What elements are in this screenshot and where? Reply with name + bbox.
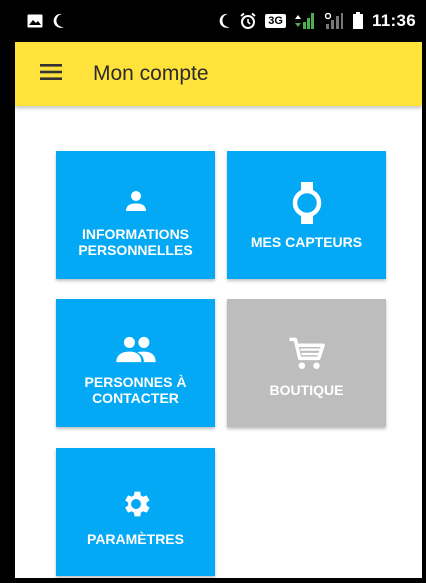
people-icon — [115, 320, 157, 364]
hamburger-menu-icon — [40, 63, 62, 85]
image-icon — [27, 14, 43, 28]
tile-label: PARAMÈTRES — [87, 531, 184, 547]
device-frame: 3G 11:36 Mon compte INFORMATIONS PERSONN… — [0, 0, 426, 583]
tile-parametres[interactable]: PARAMÈTRES — [56, 448, 215, 576]
network-3g-icon: 3G — [265, 14, 286, 28]
tile-label: INFORMATIONS PERSONNELLES — [78, 226, 193, 258]
watch-icon — [292, 180, 322, 224]
person-icon — [121, 172, 151, 216]
tile-label: PERSONNES À CONTACTER — [84, 374, 187, 406]
screen: 3G 11:36 Mon compte INFORMATIONS PERSONN… — [15, 0, 422, 578]
tile-informations-personnelles[interactable]: INFORMATIONS PERSONNELLES — [56, 151, 215, 279]
tile-label: BOUTIQUE — [269, 382, 344, 398]
app-bar: Mon compte — [15, 42, 422, 106]
gear-icon — [119, 477, 153, 521]
status-time: 11:36 — [371, 11, 416, 30]
page-title: Mon compte — [93, 62, 209, 85]
tile-personnes-a-contacter[interactable]: PERSONNES À CONTACTER — [56, 299, 215, 427]
tile-mes-capteurs[interactable]: MES CAPTEURS — [227, 151, 386, 279]
battery-icon — [352, 12, 364, 30]
hamburger-menu-button[interactable] — [25, 42, 77, 106]
alarm-icon — [239, 12, 257, 30]
cart-icon — [288, 328, 326, 372]
signal-icon — [294, 12, 316, 30]
moon-icon — [219, 13, 231, 29]
signal-icon — [324, 12, 344, 30]
tile-label: MES CAPTEURS — [250, 234, 363, 250]
tile-boutique[interactable]: BOUTIQUE — [227, 299, 386, 427]
status-bar: 3G 11:36 — [15, 0, 422, 42]
moon-icon — [53, 13, 65, 29]
